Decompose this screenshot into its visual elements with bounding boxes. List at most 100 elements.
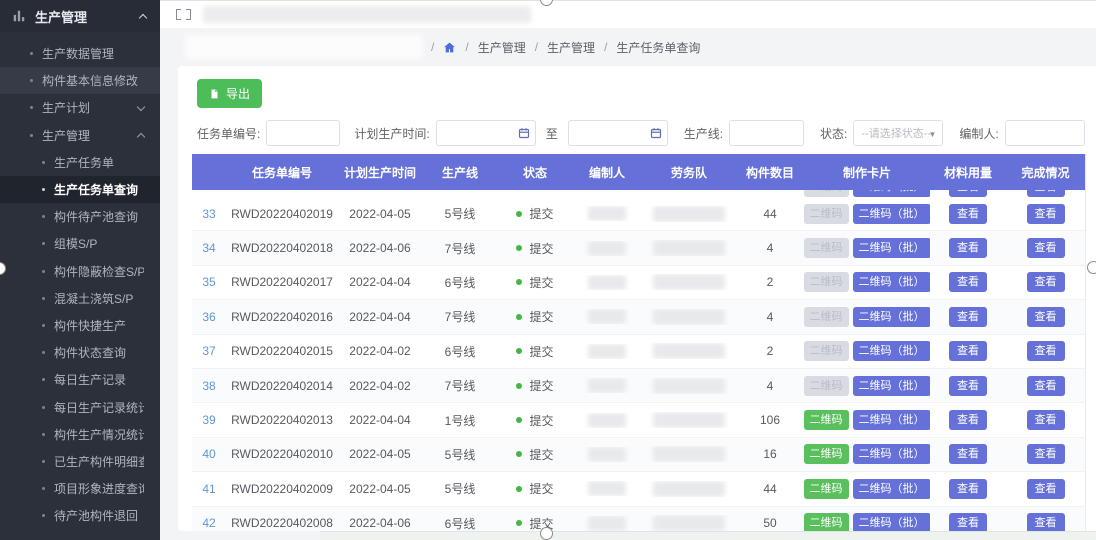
view-material-button[interactable]: 查看: [949, 478, 987, 499]
qr-batch-button[interactable]: 二维码（批）: [852, 190, 930, 197]
sidebar-item-label: 待产池构件退回: [54, 509, 139, 524]
header-line: 生产线: [441, 165, 478, 180]
view-material-button[interactable]: 查看: [949, 306, 987, 327]
qr-batch-button[interactable]: 二维码（批）: [852, 410, 930, 431]
sidebar-item-12[interactable]: 每日生产记录: [0, 366, 160, 393]
qr-button[interactable]: 二维码: [804, 203, 849, 224]
sidebar-item-15[interactable]: 已生产构件明细查询: [0, 448, 160, 475]
qr-batch-button[interactable]: 二维码（批）: [852, 513, 930, 531]
home-icon[interactable]: [443, 41, 456, 54]
qr-batch-button[interactable]: 二维码（批）: [852, 341, 930, 362]
view-completion-button[interactable]: 查看: [1026, 238, 1065, 259]
breadcrumb-item-2[interactable]: 生产任务单查询: [616, 39, 700, 56]
view-completion-button[interactable]: 查看: [1026, 375, 1065, 396]
sidebar-item-10[interactable]: 构件快捷生产: [0, 312, 160, 339]
export-button[interactable]: 导出: [197, 79, 263, 108]
sidebar-item-7[interactable]: 组模S/P: [0, 230, 160, 257]
calendar-icon[interactable]: [650, 127, 662, 139]
view-completion-button[interactable]: 查看: [1026, 513, 1065, 531]
page-bottom-strip: [320, 531, 1096, 540]
qr-button[interactable]: 二维码: [804, 238, 849, 259]
view-material-button[interactable]: 查看: [949, 203, 987, 224]
view-completion-button[interactable]: 查看: [1026, 341, 1065, 362]
row-index-link[interactable]: 40: [192, 447, 226, 461]
fullscreen-icon[interactable]: [176, 9, 191, 20]
qr-button[interactable]: 二维码: [804, 341, 849, 362]
view-completion-button[interactable]: 查看: [1026, 203, 1065, 224]
sidebar-item-label: 构件快捷生产: [54, 318, 127, 333]
sidebar-item-5[interactable]: 生产任务单查询: [0, 175, 160, 204]
sidebar-item-label: 生产数据管理: [42, 47, 115, 62]
view-material-button[interactable]: 查看: [949, 341, 987, 362]
qr-button[interactable]: 二维码: [804, 306, 849, 327]
sidebar-item-6[interactable]: 构件待产池查询: [0, 203, 160, 230]
sidebar-item-1[interactable]: 构件基本信息修改: [0, 67, 160, 95]
sidebar-item-16[interactable]: 项目形象进度查询: [0, 475, 160, 502]
to-label: 至: [545, 126, 558, 141]
qr-button[interactable]: 二维码: [804, 513, 849, 531]
view-completion-button[interactable]: 查看: [1026, 272, 1065, 293]
view-completion-button[interactable]: 查看: [1026, 410, 1065, 431]
qr-button[interactable]: 二维码: [804, 410, 849, 431]
view-completion-button[interactable]: 查看: [1026, 190, 1065, 197]
qr-batch-button[interactable]: 二维码（批）: [852, 478, 930, 499]
breadcrumb-bar: / / 生产管理 / 生产管理 / 生产任务单查询: [160, 28, 1096, 66]
sidebar-section-production[interactable]: 生产管理: [0, 0, 160, 32]
status-select[interactable]: --请选择状态-- ▼: [853, 120, 944, 146]
cell-team: [642, 446, 736, 463]
calendar-icon[interactable]: [518, 127, 530, 139]
sidebar-item-17[interactable]: 待产池构件退回: [0, 502, 160, 529]
sidebar-item-2[interactable]: 生产计划: [0, 94, 160, 121]
qr-batch-button[interactable]: 二维码（批）: [852, 306, 930, 327]
qr-button[interactable]: 二维码: [804, 478, 849, 499]
row-index-link[interactable]: 36: [192, 310, 226, 324]
qr-batch-button[interactable]: 二维码（批）: [852, 238, 930, 259]
editor-input[interactable]: [1004, 120, 1085, 146]
sidebar-item-9[interactable]: 混凝土浇筑S/P: [0, 285, 160, 312]
header-count: 构件数目: [745, 165, 794, 180]
row-index-link[interactable]: 38: [192, 379, 226, 393]
row-index-link[interactable]: 33: [192, 207, 226, 221]
cell-card: 二维码 二维码（批）: [804, 444, 930, 465]
row-index-link[interactable]: 35: [192, 275, 226, 289]
qr-button[interactable]: 二维码: [804, 190, 849, 197]
view-material-button[interactable]: 查看: [949, 513, 987, 531]
view-completion-button[interactable]: 查看: [1026, 444, 1065, 465]
sidebar-item-8[interactable]: 构件隐蔽检查S/P: [0, 258, 160, 285]
view-material-button[interactable]: 查看: [949, 375, 987, 396]
breadcrumb-item-1[interactable]: 生产管理: [547, 39, 595, 56]
cell-completion: 查看: [1006, 513, 1085, 531]
qr-button[interactable]: 二维码: [804, 375, 849, 396]
view-material-button[interactable]: 查看: [949, 410, 987, 431]
view-material-button[interactable]: 查看: [949, 444, 987, 465]
sidebar-item-4[interactable]: 生产任务单: [0, 149, 160, 176]
view-material-button[interactable]: 查看: [949, 190, 987, 197]
qr-batch-button[interactable]: 二维码（批）: [852, 203, 930, 224]
view-material-button[interactable]: 查看: [949, 272, 987, 293]
row-index-link[interactable]: 37: [192, 344, 226, 358]
qr-button[interactable]: 二维码: [804, 444, 849, 465]
row-index-link[interactable]: 34: [192, 241, 226, 255]
view-completion-button[interactable]: 查看: [1026, 306, 1065, 327]
cell-team: [642, 515, 736, 531]
qr-batch-button[interactable]: 二维码（批）: [852, 375, 930, 396]
qr-batch-button[interactable]: 二维码（批）: [852, 444, 930, 465]
sidebar-item-13[interactable]: 每日生产记录统计: [0, 393, 160, 420]
sidebar-item-0[interactable]: 生产数据管理: [0, 40, 160, 67]
row-index-link[interactable]: 42: [192, 516, 226, 530]
qr-button[interactable]: 二维码: [804, 272, 849, 293]
cell-line: 7号线: [444, 379, 476, 394]
sidebar-item-label: 项目形象进度查询: [54, 482, 144, 497]
qr-batch-button[interactable]: 二维码（批）: [852, 272, 930, 293]
sidebar-item-11[interactable]: 构件状态查询: [0, 339, 160, 366]
sidebar-item-3[interactable]: 生产管理: [0, 122, 160, 149]
sidebar-item-14[interactable]: 构件生产情况统计查询: [0, 421, 160, 448]
task-no-input[interactable]: [266, 120, 341, 146]
line-input[interactable]: [729, 120, 805, 146]
breadcrumb-item-0[interactable]: 生产管理: [478, 39, 526, 56]
row-index-link[interactable]: 41: [192, 482, 226, 496]
cell-line: 1号线: [444, 413, 476, 428]
view-material-button[interactable]: 查看: [949, 238, 987, 259]
view-completion-button[interactable]: 查看: [1026, 478, 1065, 499]
row-index-link[interactable]: 39: [192, 413, 226, 427]
